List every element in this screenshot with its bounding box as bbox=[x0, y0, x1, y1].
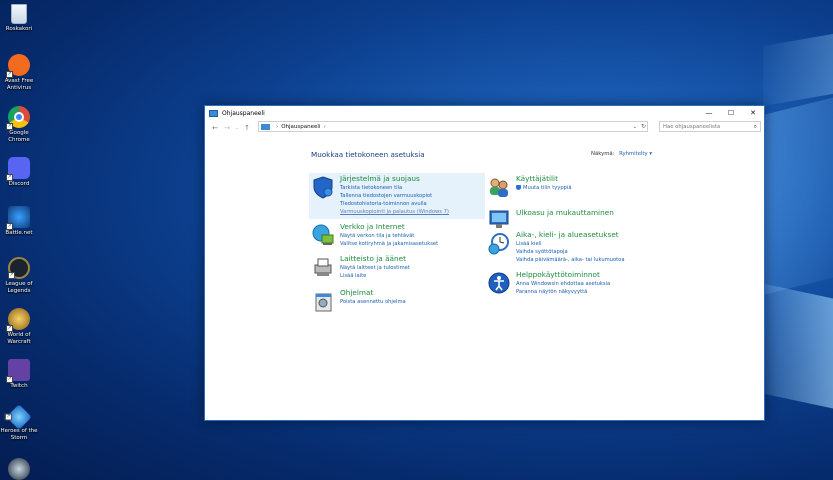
view-by-dropdown[interactable]: Ryhmitelty ▾ bbox=[619, 151, 652, 157]
page-title: Muokkaa tietokoneen asetuksia bbox=[311, 150, 425, 159]
breadcrumb-item[interactable]: Ohjauspaneeli bbox=[281, 124, 320, 130]
category-link[interactable]: Näytä verkon tila ja tehtävät bbox=[340, 232, 438, 240]
category-title[interactable]: Ulkoasu ja mukauttaminen bbox=[516, 208, 614, 217]
network-icon bbox=[311, 223, 335, 247]
category-title[interactable]: Järjestelmä ja suojaus bbox=[340, 174, 420, 183]
control-panel-content: Muokkaa tietokoneen asetuksia Näkymä: Ry… bbox=[205, 135, 764, 420]
ease-of-access-icon bbox=[487, 271, 511, 295]
steam-icon bbox=[8, 458, 30, 480]
desktop-icon-world-of-warcraft[interactable]: ↗ World of Warcraft bbox=[0, 308, 38, 345]
desktop-icon-league-of-legends[interactable]: ↗ League of Legends bbox=[0, 257, 38, 294]
control-panel-window: Ohjauspaneeli — ☐ ✕ ← → ⌄ ↑ › Ohjauspane… bbox=[204, 105, 765, 421]
category-link[interactable]: Varmuuskopiointi ja palautus (Windows 7) bbox=[340, 208, 450, 216]
category-title[interactable]: Ohjelmat bbox=[340, 288, 373, 297]
appearance-icon bbox=[487, 207, 511, 231]
league-of-legends-icon: ↗ bbox=[8, 257, 30, 279]
battlenet-icon: ↗ bbox=[6, 206, 30, 230]
desktop-icon-heroes-of-the-storm[interactable]: ↗ Heroes of the Storm bbox=[0, 404, 38, 441]
world-of-warcraft-icon: ↗ bbox=[6, 308, 30, 332]
up-button[interactable]: ↑ bbox=[241, 124, 253, 132]
category-link[interactable]: Tallenna tiedostojen varmuuskopiot Tiedo… bbox=[340, 192, 450, 208]
close-button[interactable]: ✕ bbox=[742, 106, 764, 120]
breadcrumb-separator[interactable]: › bbox=[323, 124, 325, 130]
search-placeholder: Hae ohjauspaneelista bbox=[663, 123, 721, 130]
category-system-security: Järjestelmä ja suojaus Tarkista tietokon… bbox=[309, 173, 485, 219]
breadcrumb-separator: › bbox=[276, 123, 279, 130]
control-panel-icon bbox=[261, 123, 270, 130]
twitch-icon: ↗ bbox=[6, 359, 30, 383]
desktop-icon-label: Heroes of the Storm bbox=[0, 428, 38, 441]
desktop-icon-label: Google Chrome bbox=[8, 130, 30, 143]
search-input[interactable]: Hae ohjauspaneelista ⌕ bbox=[659, 121, 761, 132]
recycle-bin-icon bbox=[11, 4, 27, 24]
desktop-icon-discord[interactable]: ↗ Discord bbox=[0, 157, 38, 188]
desktop-icon-label: Roskakori bbox=[5, 26, 33, 32]
control-panel-icon bbox=[209, 109, 218, 117]
category-link[interactable]: Muuta tilin tyyppiä bbox=[516, 184, 572, 192]
minimize-button[interactable]: — bbox=[698, 106, 720, 120]
category-title[interactable]: Aika-, kieli- ja alueasetukset bbox=[516, 230, 619, 239]
desktop-icon-label: Avast Free Antivirus bbox=[4, 78, 34, 91]
user-accounts-icon bbox=[487, 175, 511, 199]
desktop-icon-label: Discord bbox=[8, 181, 30, 187]
category-link-text: Muuta tilin tyyppiä bbox=[523, 185, 572, 191]
desktop-icon-recycle-bin[interactable]: Roskakori bbox=[0, 4, 38, 33]
desktop-icon-label: Twitch bbox=[10, 383, 28, 389]
address-bar[interactable]: › Ohjauspaneeli › ⌄ ↻ bbox=[258, 121, 648, 132]
hardware-sound-icon bbox=[311, 255, 335, 279]
desktop-icon-battlenet[interactable]: ↗ Battle.net bbox=[0, 206, 38, 237]
category-link[interactable]: Vaihda päivämäärä-, aika- tai lukumuotoa bbox=[516, 256, 625, 264]
forward-button[interactable]: → bbox=[221, 124, 233, 132]
category-link[interactable]: Paranna näytön näkyvyyttä bbox=[516, 288, 610, 296]
navigation-bar: ← → ⌄ ↑ › Ohjauspaneeli › ⌄ ↻ Hae ohjaus… bbox=[205, 120, 764, 135]
maximize-button[interactable]: ☐ bbox=[720, 106, 742, 120]
uac-shield-icon bbox=[516, 185, 521, 190]
category-programs: Ohjelmat Poista asennettu ohjelma bbox=[309, 287, 485, 327]
category-link[interactable]: Poista asennettu ohjelma bbox=[340, 298, 406, 306]
refresh-icon[interactable]: ↻ bbox=[641, 123, 646, 130]
category-title[interactable]: Käyttäjätilit bbox=[516, 174, 558, 183]
category-link[interactable]: Anna Windowsin ehdottaa asetuksia bbox=[516, 280, 610, 288]
view-by-label: Näkymä: bbox=[591, 151, 615, 157]
desktop-icon-avast[interactable]: ↗ Avast Free Antivirus bbox=[0, 54, 38, 91]
chrome-icon: ↗ bbox=[6, 106, 30, 130]
clock-region-icon bbox=[487, 231, 511, 255]
search-icon[interactable]: ⌕ bbox=[754, 123, 757, 131]
category-link[interactable]: Vaihda syöttötapoja bbox=[516, 248, 625, 256]
window-controls: — ☐ ✕ bbox=[698, 106, 764, 120]
category-link[interactable]: Lisää laite bbox=[340, 272, 410, 280]
heroes-of-the-storm-icon: ↗ bbox=[4, 404, 32, 430]
desktop-icon-label: Battle.net bbox=[5, 230, 33, 236]
desktop-icon-twitch[interactable]: ↗ Twitch bbox=[0, 359, 38, 390]
desktop-icon-steam[interactable] bbox=[0, 458, 38, 480]
wallpaper-light-ray bbox=[763, 33, 833, 107]
desktop-icon-label: World of Warcraft bbox=[7, 332, 31, 345]
title-bar[interactable]: Ohjauspaneeli — ☐ ✕ bbox=[205, 106, 764, 120]
address-dropdown-icon[interactable]: ⌄ bbox=[633, 124, 637, 130]
discord-icon: ↗ bbox=[6, 157, 30, 181]
category-ease-of-access: Helppokäyttötoiminnot Anna Windowsin ehd… bbox=[485, 269, 655, 309]
category-title[interactable]: Verkko ja Internet bbox=[340, 222, 405, 231]
window-title: Ohjauspaneeli bbox=[222, 109, 265, 117]
category-link[interactable]: Tarkista tietokoneen tila bbox=[340, 184, 450, 192]
category-link[interactable]: Näytä laitteet ja tulostimet bbox=[340, 264, 410, 272]
shield-system-icon bbox=[311, 175, 335, 199]
view-by: Näkymä: Ryhmitelty ▾ bbox=[591, 151, 652, 157]
category-link[interactable]: Valitse kotiryhmä ja jakamisasetukset bbox=[340, 240, 438, 248]
category-link[interactable]: Lisää kieli bbox=[516, 240, 625, 248]
category-title[interactable]: Helppokäyttötoiminnot bbox=[516, 270, 600, 279]
wallpaper-light-ray bbox=[753, 281, 833, 409]
desktop-icon-chrome[interactable]: ↗ Google Chrome bbox=[0, 106, 38, 143]
category-clock-region: Aika-, kieli- ja alueasetukset Lisää kie… bbox=[485, 229, 655, 269]
back-button[interactable]: ← bbox=[209, 124, 221, 132]
category-title[interactable]: Laitteisto ja äänet bbox=[340, 254, 406, 263]
programs-icon bbox=[311, 289, 335, 313]
recent-locations-dropdown[interactable]: ⌄ bbox=[233, 125, 241, 131]
desktop-icon-label: League of Legends bbox=[5, 281, 33, 294]
avast-icon: ↗ bbox=[6, 54, 30, 78]
